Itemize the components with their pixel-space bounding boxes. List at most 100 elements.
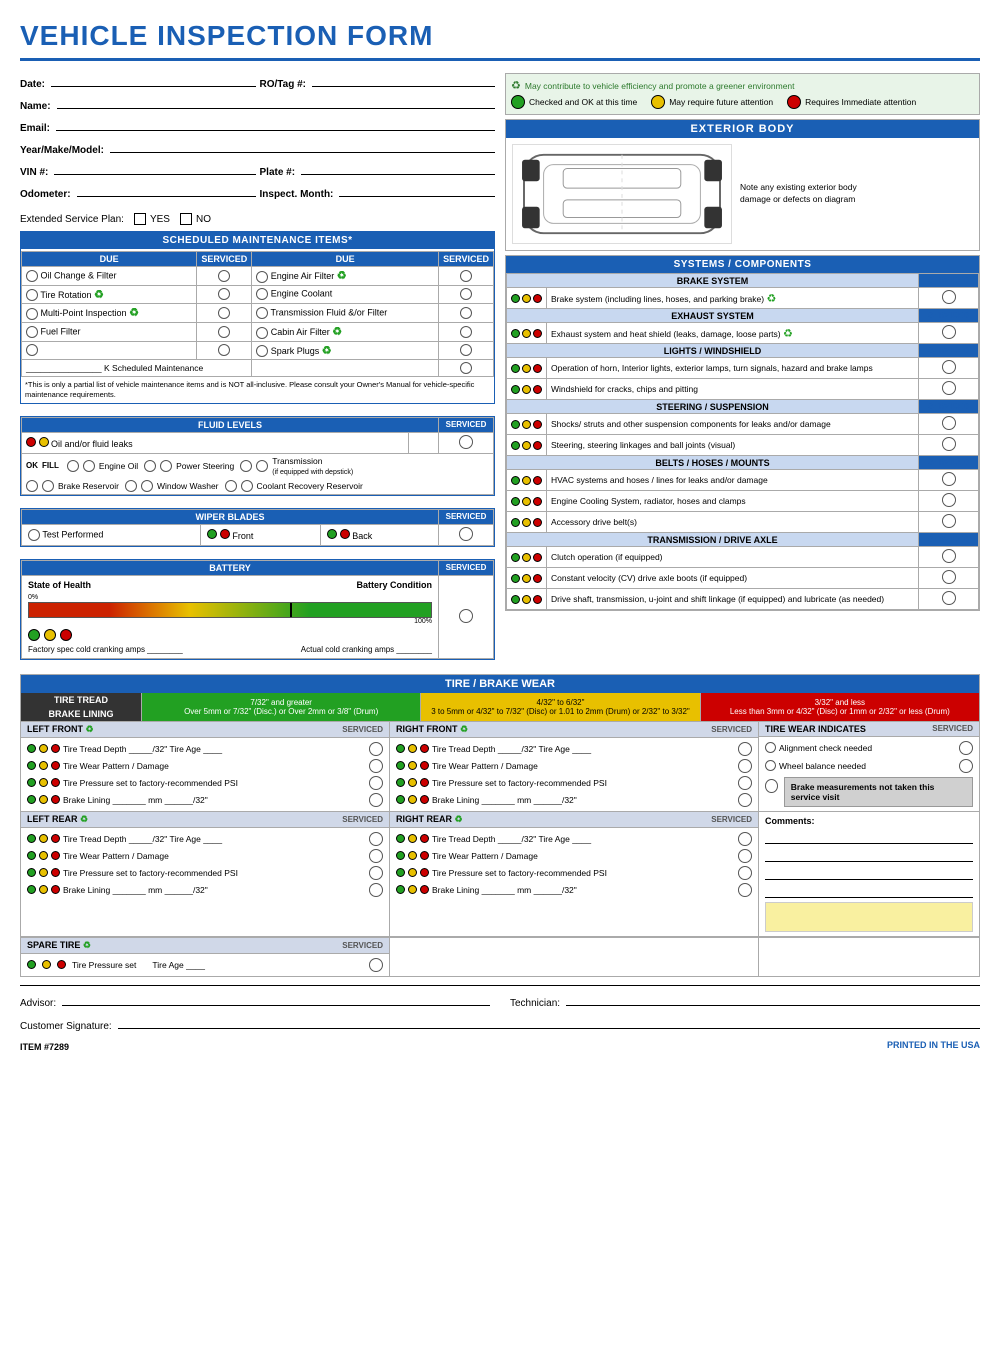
maint-serviced-4[interactable] (218, 326, 230, 338)
inspect-field[interactable] (339, 183, 495, 197)
lr-header: LEFT REAR ♻ (27, 814, 88, 825)
date-field[interactable] (51, 73, 255, 87)
maint-serviced-r4[interactable] (460, 326, 472, 338)
maint-circle-3[interactable] (26, 308, 38, 320)
lr-pressure-serviced[interactable] (369, 866, 383, 880)
maint-circle-r1[interactable] (256, 271, 268, 283)
lr-brake-serviced[interactable] (369, 883, 383, 897)
maint-serviced-6[interactable] (460, 362, 472, 374)
maint-serviced-3[interactable] (218, 307, 230, 319)
red-range-tire: 3/32" and less (705, 698, 975, 707)
green-range-brake: Over 5mm or 7/32" (Disc.) or Over 2mm or… (146, 707, 416, 716)
lf-serviced-label: SERVICED (342, 725, 383, 734)
tire-indicates-header: TIRE WEAR INDICATES (765, 724, 866, 734)
no-label: NO (196, 214, 211, 225)
year-field[interactable] (110, 139, 495, 153)
rf-serviced-label: SERVICED (711, 725, 752, 734)
lights-serviced-2[interactable] (942, 381, 956, 395)
maint-circle-4[interactable] (26, 326, 38, 338)
plate-field[interactable] (301, 161, 495, 175)
lights-serviced-1[interactable] (942, 360, 956, 374)
steering-serviced-1[interactable] (942, 416, 956, 430)
wiper-test-circle[interactable] (28, 529, 40, 541)
balance-serviced[interactable] (959, 759, 973, 773)
maint-serviced-1[interactable] (218, 270, 230, 282)
advisor-input[interactable] (62, 992, 490, 1006)
rr-tread-serviced[interactable] (738, 832, 752, 846)
rr-pressure-serviced[interactable] (738, 866, 752, 880)
lf-wear-serviced[interactable] (369, 759, 383, 773)
alignment-serviced[interactable] (959, 741, 973, 755)
lr-wear-serviced[interactable] (369, 849, 383, 863)
maint-circle-r4[interactable] (256, 327, 268, 339)
yes-label: YES (150, 214, 170, 225)
rf-pressure-serviced[interactable] (738, 776, 752, 790)
maint-serviced-r3[interactable] (460, 307, 472, 319)
maint-serviced-r5[interactable] (460, 344, 472, 356)
tire-brake-section: TIRE / BRAKE WEAR TIRE TREAD BRAKE LININ… (20, 674, 980, 977)
comment-line-1[interactable] (765, 830, 973, 844)
lr-tread-serviced[interactable] (369, 832, 383, 846)
belts-item-2: Engine Cooling System, radiator, hoses a… (507, 491, 979, 512)
belts-serviced-2[interactable] (942, 493, 956, 507)
esp-label: Extended Service Plan: (20, 214, 124, 225)
rr-brake-serviced[interactable] (738, 883, 752, 897)
steering-serviced-2[interactable] (942, 437, 956, 451)
comment-line-4[interactable] (765, 884, 973, 898)
spare-serviced-circle[interactable] (369, 958, 383, 972)
comment-note-area[interactable] (765, 902, 973, 932)
belts-serviced-3[interactable] (942, 514, 956, 528)
trans-serviced-2[interactable] (942, 570, 956, 584)
comment-line-3[interactable] (765, 866, 973, 880)
exterior-body-header: EXTERIOR BODY (506, 120, 979, 138)
maint-circle-r3[interactable] (256, 307, 268, 319)
customer-sig-input[interactable] (118, 1015, 980, 1029)
rr-wear-serviced[interactable] (738, 849, 752, 863)
maint-circle-5[interactable] (26, 344, 38, 356)
maint-circle-1[interactable] (26, 270, 38, 282)
odometer-field[interactable] (77, 183, 256, 197)
rf-tread-serviced[interactable] (738, 742, 752, 756)
lf-tread-serviced[interactable] (369, 742, 383, 756)
maint-serviced-r2[interactable] (460, 288, 472, 300)
maint-circle-r5[interactable] (256, 345, 268, 357)
maint-serviced-2[interactable] (218, 288, 230, 300)
exhaust-item-row: Exhaust system and heat shield (leaks, d… (507, 323, 979, 344)
customer-sig-label: Customer Signature: (20, 1021, 112, 1032)
belts-serviced-1[interactable] (942, 472, 956, 486)
wiper-serviced-circle[interactable] (459, 527, 473, 541)
trans-serviced-1[interactable] (942, 549, 956, 563)
rf-brake-serviced[interactable] (738, 793, 752, 807)
maint-footnote: *This is only a partial list of vehicle … (21, 377, 494, 403)
fluid-leak-serviced[interactable] (459, 435, 473, 449)
battery-table: BATTERY SERVICED State of Health Battery… (21, 560, 494, 659)
yellow-range-brake: 3 to 5mm or 4/32" to 7/32" (Disc) or 1.0… (425, 707, 695, 716)
lf-pressure-serviced[interactable] (369, 776, 383, 790)
maint-serviced-5[interactable] (218, 344, 230, 356)
yes-checkbox[interactable] (134, 213, 146, 225)
bottom-section: Advisor: Technician: Customer Signature:… (20, 985, 980, 1052)
ro-field[interactable] (312, 73, 495, 87)
comment-line-2[interactable] (765, 848, 973, 862)
lf-brake-serviced[interactable] (369, 793, 383, 807)
spare-header: SPARE TIRE ♻ (27, 940, 91, 951)
brake-serviced-col: SERVICED (919, 274, 979, 288)
maint-circle-r2[interactable] (256, 288, 268, 300)
battery-serviced-circle[interactable] (459, 609, 473, 623)
maint-item-4: Fuel Filter (41, 326, 81, 336)
rf-wear-serviced[interactable] (738, 759, 752, 773)
fluid-brake-reservoir: Brake Reservoir (26, 480, 119, 492)
maint-circle-2[interactable] (26, 289, 38, 301)
technician-input[interactable] (566, 992, 980, 1006)
no-checkbox[interactable] (180, 213, 192, 225)
exhaust-serviced-1[interactable] (942, 325, 956, 339)
eco-icon-1: ♻ (337, 270, 347, 282)
name-field[interactable] (57, 95, 495, 109)
rr-pressure: Tire Pressure set to factory-recommended… (432, 868, 607, 878)
brake-serviced-1[interactable] (942, 290, 956, 304)
vin-field[interactable] (54, 161, 255, 175)
trans-serviced-3[interactable] (942, 591, 956, 605)
belts-item-1: HVAC systems and hoses / lines for leaks… (507, 470, 979, 491)
maint-serviced-r1[interactable] (460, 270, 472, 282)
email-field[interactable] (56, 117, 495, 131)
